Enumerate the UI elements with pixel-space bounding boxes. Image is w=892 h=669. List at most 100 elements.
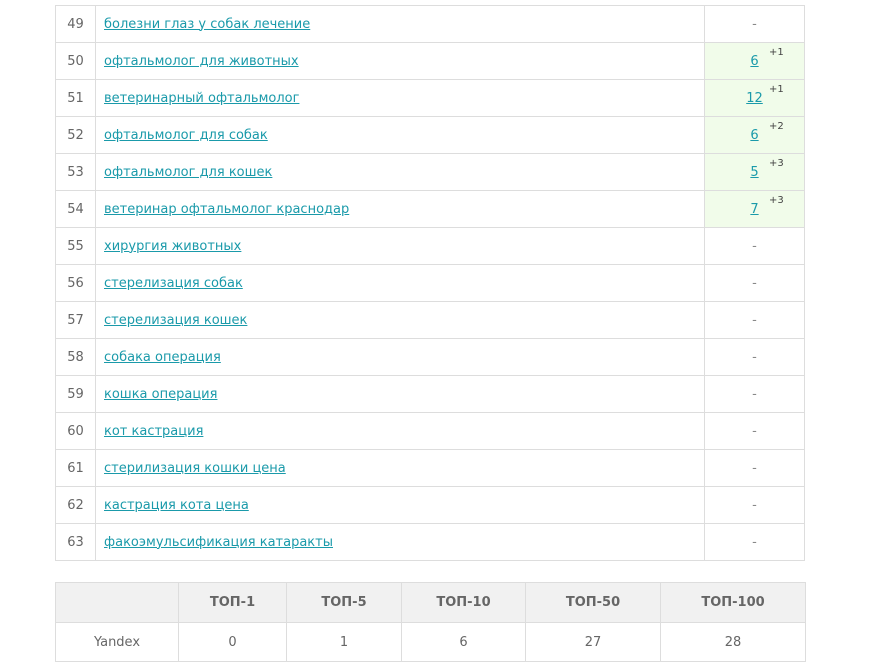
- row-number: 54: [55, 190, 96, 228]
- position-change-badge: +3: [769, 195, 784, 206]
- summary-header-top1: ТОП-1: [178, 582, 287, 623]
- table-row: 55 хирургия животных -: [55, 227, 805, 265]
- row-number: 62: [55, 486, 96, 524]
- keyword-cell: хирургия животных: [95, 227, 705, 265]
- keyword-link[interactable]: стерелизация собак: [104, 276, 243, 291]
- table-row: 57 стерелизация кошек -: [55, 301, 805, 339]
- position-cell: 5 +3: [704, 153, 805, 191]
- position-cell: -: [704, 5, 805, 43]
- top1-count: 0: [178, 622, 287, 662]
- keyword-cell: стерелизация кошек: [95, 301, 705, 339]
- keyword-cell: ветеринар офтальмолог краснодар: [95, 190, 705, 228]
- position-cell: 6 +1: [704, 42, 805, 80]
- summary-header-empty: [55, 582, 179, 623]
- keyword-cell: кот кастрация: [95, 412, 705, 450]
- keyword-cell: стерелизация собак: [95, 264, 705, 302]
- no-position-dash: -: [752, 460, 757, 476]
- keyword-cell: болезни глаз у собак лечение: [95, 5, 705, 43]
- row-number: 57: [55, 301, 96, 339]
- row-number: 60: [55, 412, 96, 450]
- no-position-dash: -: [752, 238, 757, 254]
- position-link[interactable]: 7: [750, 202, 758, 217]
- summary-header-top10: ТОП-10: [401, 582, 526, 623]
- position-cell: -: [704, 486, 805, 524]
- keyword-link[interactable]: ветеринарный офтальмолог: [104, 91, 299, 106]
- summary-header-row: ТОП-1 ТОП-5 ТОП-10 ТОП-50 ТОП-100: [55, 582, 806, 623]
- keyword-link[interactable]: ветеринар офтальмолог краснодар: [104, 202, 349, 217]
- keyword-link[interactable]: офтальмолог для собак: [104, 128, 268, 143]
- row-number: 52: [55, 116, 96, 154]
- row-number: 51: [55, 79, 96, 117]
- row-number: 63: [55, 523, 96, 561]
- position-cell: -: [704, 412, 805, 450]
- table-row: 63 факоэмульсификация катаракты -: [55, 523, 805, 561]
- keyword-table-body: 49 болезни глаз у собак лечение - 50 офтальм…: [55, 5, 805, 561]
- position-cell: -: [704, 523, 805, 561]
- no-position-dash: -: [752, 534, 757, 550]
- no-position-dash: -: [752, 423, 757, 439]
- position-link[interactable]: 6: [750, 54, 758, 69]
- no-position-dash: -: [752, 497, 757, 513]
- keyword-link[interactable]: факоэмульсификация катаракты: [104, 535, 333, 550]
- keyword-link[interactable]: собака операция: [104, 350, 221, 365]
- summary-header-top100: ТОП-100: [660, 582, 806, 623]
- row-number: 58: [55, 338, 96, 376]
- table-row: 59 кошка операция -: [55, 375, 805, 413]
- position-link[interactable]: 6: [750, 128, 758, 143]
- position-change-badge: +1: [769, 84, 784, 95]
- no-position-dash: -: [752, 16, 757, 32]
- row-number: 55: [55, 227, 96, 265]
- table-row: 50 офтальмолог для животных 6 +1: [55, 42, 805, 80]
- position-cell: -: [704, 301, 805, 339]
- position-change-badge: +3: [769, 158, 784, 169]
- keyword-cell: собака операция: [95, 338, 705, 376]
- position-cell: 12 +1: [704, 79, 805, 117]
- position-cell: -: [704, 338, 805, 376]
- keyword-link[interactable]: стерелизация кошек: [104, 313, 247, 328]
- table-row: 60 кот кастрация -: [55, 412, 805, 450]
- keyword-link[interactable]: офтальмолог для животных: [104, 54, 299, 69]
- keyword-cell: офтальмолог для кошек: [95, 153, 705, 191]
- position-cell: -: [704, 449, 805, 487]
- table-row: 58 собака операция -: [55, 338, 805, 376]
- keyword-cell: офтальмолог для собак: [95, 116, 705, 154]
- position-link[interactable]: 12: [746, 91, 763, 106]
- keyword-link[interactable]: кастрация кота цена: [104, 498, 249, 513]
- position-cell: -: [704, 375, 805, 413]
- table-row: 62 кастрация кота цена -: [55, 486, 805, 524]
- top100-count: 28: [660, 622, 806, 662]
- top10-count: 6: [401, 622, 526, 662]
- keyword-cell: кошка операция: [95, 375, 705, 413]
- summary-row-yandex: Yandex 0 1 6 27 28: [55, 622, 806, 662]
- position-cell: -: [704, 264, 805, 302]
- row-number: 53: [55, 153, 96, 191]
- row-number: 49: [55, 5, 96, 43]
- top-summary-table: ТОП-1 ТОП-5 ТОП-10 ТОП-50 ТОП-100 Yandex…: [55, 582, 806, 662]
- summary-header-top50: ТОП-50: [525, 582, 661, 623]
- row-number: 61: [55, 449, 96, 487]
- table-row: 49 болезни глаз у собак лечение -: [55, 5, 805, 43]
- table-row: 54 ветеринар офтальмолог краснодар 7 +3: [55, 190, 805, 228]
- no-position-dash: -: [752, 275, 757, 291]
- top5-count: 1: [286, 622, 402, 662]
- keyword-cell: офтальмолог для животных: [95, 42, 705, 80]
- table-row: 52 офтальмолог для собак 6 +2: [55, 116, 805, 154]
- keyword-link[interactable]: кот кастрация: [104, 424, 203, 439]
- top50-count: 27: [525, 622, 661, 662]
- positions-report: 49 болезни глаз у собак лечение - 5 0 офтальм…: [55, 0, 806, 662]
- position-link[interactable]: 5: [750, 165, 758, 180]
- keyword-link[interactable]: хирургия животных: [104, 239, 241, 254]
- keyword-cell: кастрация кота цена: [95, 486, 705, 524]
- keyword-link[interactable]: кошка операция: [104, 387, 217, 402]
- position-cell: -: [704, 227, 805, 265]
- keyword-link[interactable]: болезни глаз у собак лечение: [104, 17, 310, 32]
- position-cell: 6 +2: [704, 116, 805, 154]
- keyword-cell: факоэмульсификация катаракты: [95, 523, 705, 561]
- keyword-link[interactable]: офтальмолог для кошек: [104, 165, 272, 180]
- row-number: 59: [55, 375, 96, 413]
- search-engine-name: Yandex: [55, 622, 179, 662]
- keyword-positions-table: 49 болезни глаз у собак лечение - 50 офтальм…: [55, 5, 805, 561]
- keyword-cell: стерилизация кошки цена: [95, 449, 705, 487]
- no-position-dash: -: [752, 312, 757, 328]
- keyword-link[interactable]: стерилизация кошки цена: [104, 461, 286, 476]
